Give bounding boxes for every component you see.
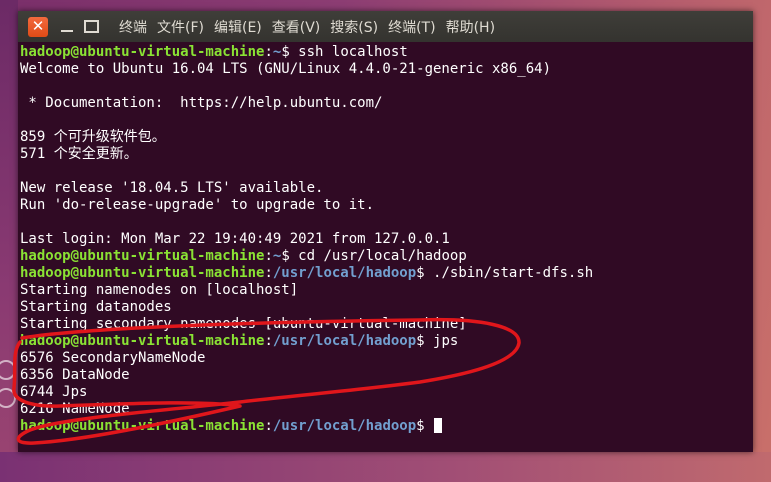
output-text: 859 个可升级软件包。 (20, 129, 166, 145)
terminal-output-line: Welcome to Ubuntu 16.04 LTS (GNU/Linux 4… (20, 61, 750, 78)
minimize-button[interactable] (60, 20, 74, 34)
terminal-output-line: 571 个安全更新。 (20, 146, 750, 163)
terminal-output[interactable]: hadoop@ubuntu-virtual-machine:~$ ssh loc… (20, 44, 750, 444)
terminal-output-line: 859 个可升级软件包。 (20, 129, 750, 146)
command-text: ssh localhost (298, 44, 408, 60)
prompt-symbol: $ (416, 265, 434, 281)
terminal-prompt-line: hadoop@ubuntu-virtual-machine:/usr/local… (20, 265, 750, 282)
output-text: Last login: Mon Mar 22 19:40:49 2021 fro… (20, 231, 450, 247)
text-cursor (434, 418, 443, 433)
terminal-prompt-line: hadoop@ubuntu-virtual-machine:~$ cd /usr… (20, 248, 750, 265)
prompt-separator: : (264, 333, 273, 349)
terminal-output-line: Starting namenodes on [localhost] (20, 282, 750, 299)
output-text: 6216 NameNode (20, 401, 130, 417)
output-text: Starting secondary namenodes [ubuntu-vir… (20, 316, 467, 332)
menu-app-title[interactable]: 终端 (119, 17, 147, 37)
command-text: cd /usr/local/hadoop (298, 248, 467, 264)
command-text: ./sbin/start-dfs.sh (433, 265, 594, 281)
prompt-path: /usr/local/hadoop (272, 265, 417, 281)
terminal-output-line: Run 'do-release-upgrade' to upgrade to i… (20, 197, 750, 214)
prompt-symbol: $ (416, 333, 434, 349)
terminal-prompt-line: hadoop@ubuntu-virtual-machine:/usr/local… (20, 418, 750, 435)
prompt-user-host: hadoop@ubuntu-virtual-machine (20, 418, 265, 434)
desktop-background (0, 0, 18, 482)
prompt-separator: : (264, 418, 273, 434)
terminal-output-line: Starting secondary namenodes [ubuntu-vir… (20, 316, 750, 333)
output-text: 6576 SecondaryNameNode (20, 350, 206, 366)
menu-view[interactable]: 查看(V) (272, 17, 321, 37)
prompt-symbol: $ (281, 44, 299, 60)
output-text: Starting datanodes (20, 299, 172, 315)
maximize-button[interactable] (84, 20, 99, 33)
menu-help[interactable]: 帮助(H) (446, 17, 495, 37)
terminal-output-line: New release '18.04.5 LTS' available. (20, 180, 750, 197)
terminal-window: ✕ 终端 文件(F) 编辑(E) 查看(V) 搜索(S) 终端(T) 帮助(H)… (18, 11, 753, 452)
prompt-separator: : (264, 248, 273, 264)
prompt-path: /usr/local/hadoop (272, 418, 417, 434)
prompt-symbol: $ (281, 248, 299, 264)
prompt-separator: : (264, 44, 273, 60)
menu-bar: ✕ 终端 文件(F) 编辑(E) 查看(V) 搜索(S) 终端(T) 帮助(H) (18, 11, 753, 42)
menu-search[interactable]: 搜索(S) (330, 17, 378, 37)
terminal-output-line: Last login: Mon Mar 22 19:40:49 2021 fro… (20, 231, 750, 248)
output-text: Welcome to Ubuntu 16.04 LTS (GNU/Linux 4… (20, 61, 552, 77)
terminal-output-line: * Documentation: https://help.ubuntu.com… (20, 95, 750, 112)
output-text: 6356 DataNode (20, 367, 130, 383)
output-text: 571 个安全更新。 (20, 146, 138, 162)
close-button[interactable]: ✕ (28, 16, 48, 37)
prompt-user-host: hadoop@ubuntu-virtual-machine (20, 265, 265, 281)
prompt-symbol: $ (416, 418, 434, 434)
output-text: * Documentation: https://help.ubuntu.com… (20, 95, 383, 111)
output-text: Run 'do-release-upgrade' to upgrade to i… (20, 197, 375, 213)
terminal-output-line: 6576 SecondaryNameNode (20, 350, 750, 367)
terminal-output-line: 6216 NameNode (20, 401, 750, 418)
close-icon: ✕ (31, 17, 45, 35)
terminal-prompt-line: hadoop@ubuntu-virtual-machine:/usr/local… (20, 333, 750, 350)
output-text: Starting namenodes on [localhost] (20, 282, 299, 298)
terminal-output-line: Starting datanodes (20, 299, 750, 316)
terminal-output-line: 6744 Jps (20, 384, 750, 401)
prompt-separator: : (264, 265, 273, 281)
output-text: New release '18.04.5 LTS' available. (20, 180, 324, 196)
terminal-output-line: 6356 DataNode (20, 367, 750, 384)
output-text: 6744 Jps (20, 384, 88, 400)
menu-file[interactable]: 文件(F) (157, 17, 204, 37)
command-text: jps (433, 333, 459, 349)
prompt-path: /usr/local/hadoop (272, 333, 417, 349)
desktop-background-bottom (0, 452, 771, 482)
prompt-user-host: hadoop@ubuntu-virtual-machine (20, 44, 265, 60)
menu-edit[interactable]: 编辑(E) (214, 17, 262, 37)
prompt-user-host: hadoop@ubuntu-virtual-machine (20, 333, 265, 349)
terminal-prompt-line: hadoop@ubuntu-virtual-machine:~$ ssh loc… (20, 44, 750, 61)
menu-terminal[interactable]: 终端(T) (388, 17, 435, 37)
prompt-user-host: hadoop@ubuntu-virtual-machine (20, 248, 265, 264)
